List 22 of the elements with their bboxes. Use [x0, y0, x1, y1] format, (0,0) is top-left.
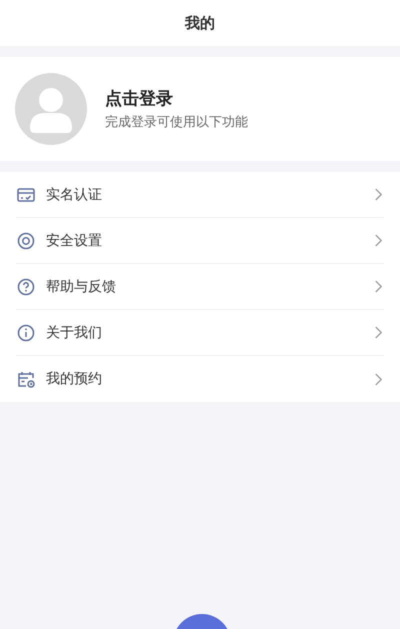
menu-item[interactable]: 安全设置	[16, 218, 384, 264]
menu-label: 我的预约	[46, 370, 103, 388]
menu-item[interactable]: 关于我们	[16, 310, 384, 356]
login-link[interactable]: 点击登录	[105, 87, 248, 110]
menu-item[interactable]: 实名认证	[16, 172, 384, 218]
ring-icon	[16, 230, 36, 250]
info-icon	[16, 322, 36, 342]
menu-label: 实名认证	[46, 186, 103, 204]
chevron-right-icon	[374, 187, 383, 202]
calendar-clock-icon	[16, 369, 36, 389]
menu-label: 关于我们	[46, 324, 103, 342]
chevron-right-icon	[374, 372, 383, 386]
menu-label: 帮助与反馈	[46, 278, 117, 296]
chevron-right-icon	[374, 325, 383, 340]
menu-item[interactable]: 我的预约	[16, 356, 384, 402]
chevron-right-icon	[374, 279, 383, 294]
chevron-right-icon	[374, 233, 383, 248]
menu-item[interactable]: 帮助与反馈	[16, 264, 384, 310]
help-icon	[16, 276, 36, 296]
menu-label: 安全设置	[46, 232, 103, 250]
page-title: 我的	[185, 14, 215, 32]
login-hint: 完成登录可使用以下功能	[105, 114, 248, 131]
